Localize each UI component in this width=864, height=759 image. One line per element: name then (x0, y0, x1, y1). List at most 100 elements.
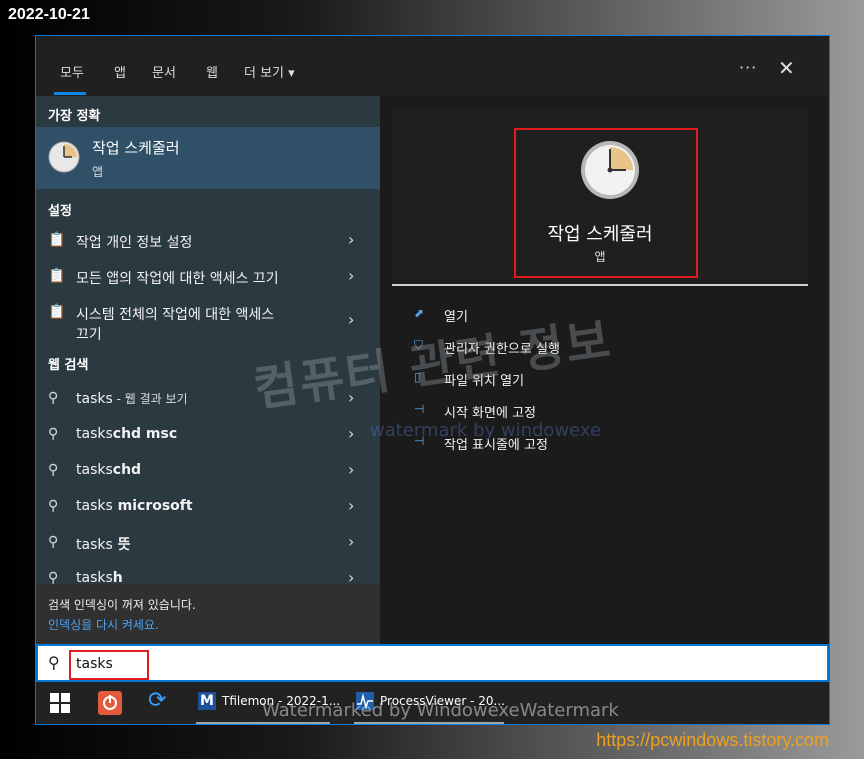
web-result-prefix: tasks (76, 426, 113, 442)
action-run-as-admin[interactable]: ⛉ 관리자 권한으로 실행 (414, 334, 714, 360)
settings-header: 설정 (48, 204, 72, 219)
action-label: 작업 표시줄에 고정 (444, 438, 548, 453)
web-result-item[interactable]: ⚲ tasks microsoft › (36, 490, 380, 526)
active-tab-indicator (54, 92, 86, 95)
chevron-right-icon: › (348, 496, 355, 515)
web-result-suffix: - 웹 결과 보기 (112, 392, 188, 406)
settings-item[interactable]: 📋 시스템 전체의 작업에 대한 액세스 끄기 › (36, 296, 380, 344)
windows-logo-pane (61, 693, 70, 702)
power-icon (103, 695, 117, 710)
web-result-item[interactable]: ⚲ tasks 뜻 › (36, 526, 380, 562)
taskbar-app-processviewer[interactable]: ProcessViewer - 20... (354, 684, 505, 724)
chevron-right-icon: › (348, 388, 355, 407)
chevron-right-icon: › (348, 460, 355, 479)
web-result-label: tasks microsoft (76, 498, 193, 514)
clipboard-icon: 📋 (48, 304, 66, 320)
web-result-bold: 뜻 (112, 537, 131, 553)
search-icon: ⚲ (48, 462, 59, 478)
highlight-box (514, 128, 698, 278)
best-match-header: 가장 정확 (48, 109, 101, 124)
settings-item-label-line2: 끄기 (76, 327, 102, 343)
web-result-bold: microsoft (112, 498, 193, 514)
pin-icon: ⊣ (414, 434, 425, 448)
best-match-title: 작업 스케줄러 (92, 139, 180, 157)
settings-item-label: 모든 앱의 작업에 대한 액세스 끄기 (76, 271, 279, 287)
web-result-label: taskschd (76, 462, 141, 478)
search-icon: ⚲ (48, 498, 59, 514)
action-pin-taskbar[interactable]: ⊣ 작업 표시줄에 고정 (414, 430, 714, 456)
indexing-notice: 검색 인덱싱이 꺼져 있습니다. 인덱싱을 다시 켜세요. (36, 584, 380, 644)
web-result-prefix: tasks (76, 537, 113, 553)
web-result-bold: chd (112, 462, 142, 478)
action-open[interactable]: ⬈ 열기 (414, 302, 714, 328)
indexing-enable-link[interactable]: 인덱싱을 다시 켜세요. (48, 616, 159, 633)
folder-icon: ▯ (414, 370, 421, 384)
clock-icon (48, 141, 80, 173)
web-result-item[interactable]: ⚲ taskschd msc › (36, 418, 380, 454)
refresh-icon[interactable]: ⟳ (148, 688, 176, 716)
chevron-right-icon: › (348, 310, 355, 329)
search-icon: ⚲ (48, 653, 60, 672)
taskbar-app-label: Tfilemon - 2022-1... (222, 694, 341, 708)
windows-logo-pane (61, 704, 70, 713)
chevron-right-icon: › (348, 532, 355, 551)
taskbar-app-tfilemon[interactable]: M Tfilemon - 2022-1... (196, 684, 340, 724)
tab-web[interactable]: 웹 (206, 62, 218, 81)
close-button[interactable]: ✕ (778, 56, 795, 80)
highlight-box (69, 650, 149, 680)
divider (392, 284, 808, 286)
action-label: 관리자 권한으로 실행 (444, 342, 560, 357)
settings-item-label: 작업 개인 정보 설정 (76, 235, 193, 251)
results-panel: 가장 정확 작업 스케줄러 앱 설정 📋 작업 개인 정보 설정 › 📋 모든 … (36, 96, 380, 644)
best-match-subtitle: 앱 (92, 165, 104, 179)
web-result-bold: chd msc (112, 426, 178, 442)
processviewer-icon (356, 692, 374, 710)
windows-logo-pane (50, 704, 59, 713)
shutdown-app-icon[interactable] (98, 691, 122, 715)
action-label: 파일 위치 열기 (444, 374, 525, 389)
tab-apps[interactable]: 앱 (114, 62, 126, 81)
web-search-header: 웹 검색 (48, 358, 89, 373)
best-match-item[interactable]: 작업 스케줄러 앱 (36, 127, 380, 189)
search-icon: ⚲ (48, 426, 59, 442)
search-bar[interactable]: ⚲ tasks (36, 644, 829, 682)
tfilemon-icon: M (198, 692, 216, 710)
web-result-item[interactable]: ⚲ tasks - 웹 결과 보기 › (36, 382, 380, 418)
preview-card: 작업 스케줄러 앱 (392, 108, 808, 286)
date-stamp: 2022-10-21 (8, 6, 90, 23)
indexing-notice-text: 검색 인덱싱이 꺼져 있습니다. (48, 598, 196, 612)
chevron-right-icon: › (348, 230, 355, 249)
tab-more[interactable]: 더 보기 ▾ (244, 62, 295, 81)
tab-documents[interactable]: 문서 (152, 62, 176, 81)
more-options-button[interactable]: ··· (739, 58, 757, 77)
search-window: 모두 앱 문서 웹 더 보기 ▾ ··· ✕ 가장 정확 작업 스케줄러 앱 설… (35, 35, 830, 725)
source-url: https://pcwindows.tistory.com (596, 730, 829, 750)
web-result-prefix: tasks (76, 391, 113, 407)
windows-start-button[interactable] (50, 693, 70, 713)
pin-icon: ⊣ (414, 402, 425, 416)
open-icon: ⬈ (414, 306, 425, 320)
action-open-file-location[interactable]: ▯ 파일 위치 열기 (414, 366, 714, 392)
action-label: 열기 (444, 310, 468, 325)
search-icon: ⚲ (48, 534, 59, 550)
clipboard-icon: 📋 (48, 232, 66, 248)
action-label: 시작 화면에 고정 (444, 406, 536, 421)
settings-item[interactable]: 📋 모든 앱의 작업에 대한 액세스 끄기 › (36, 260, 380, 296)
web-result-prefix: tasks (76, 462, 113, 478)
shield-icon: ⛉ (414, 338, 424, 352)
clipboard-icon: 📋 (48, 268, 66, 284)
settings-item-label: 시스템 전체의 작업에 대한 액세스 (76, 307, 275, 323)
chevron-right-icon: › (348, 266, 355, 285)
tab-bar: 모두 앱 문서 웹 더 보기 ▾ ··· ✕ (36, 36, 829, 96)
search-icon: ⚲ (48, 390, 59, 406)
taskbar-app-label: ProcessViewer - 20... (380, 694, 505, 708)
windows-logo-pane (50, 693, 59, 702)
preview-panel: 작업 스케줄러 앱 ⬈ 열기 ⛉ 관리자 권한으로 실행 ▯ 파일 위치 열기 … (380, 96, 829, 644)
web-result-item[interactable]: ⚲ taskschd › (36, 454, 380, 490)
action-pin-start[interactable]: ⊣ 시작 화면에 고정 (414, 398, 714, 424)
chevron-right-icon: › (348, 424, 355, 443)
settings-item[interactable]: 📋 작업 개인 정보 설정 › (36, 224, 380, 260)
web-result-label: tasks - 웹 결과 보기 (76, 390, 188, 407)
web-result-label: tasks 뜻 (76, 534, 131, 554)
tab-all[interactable]: 모두 (60, 62, 84, 81)
